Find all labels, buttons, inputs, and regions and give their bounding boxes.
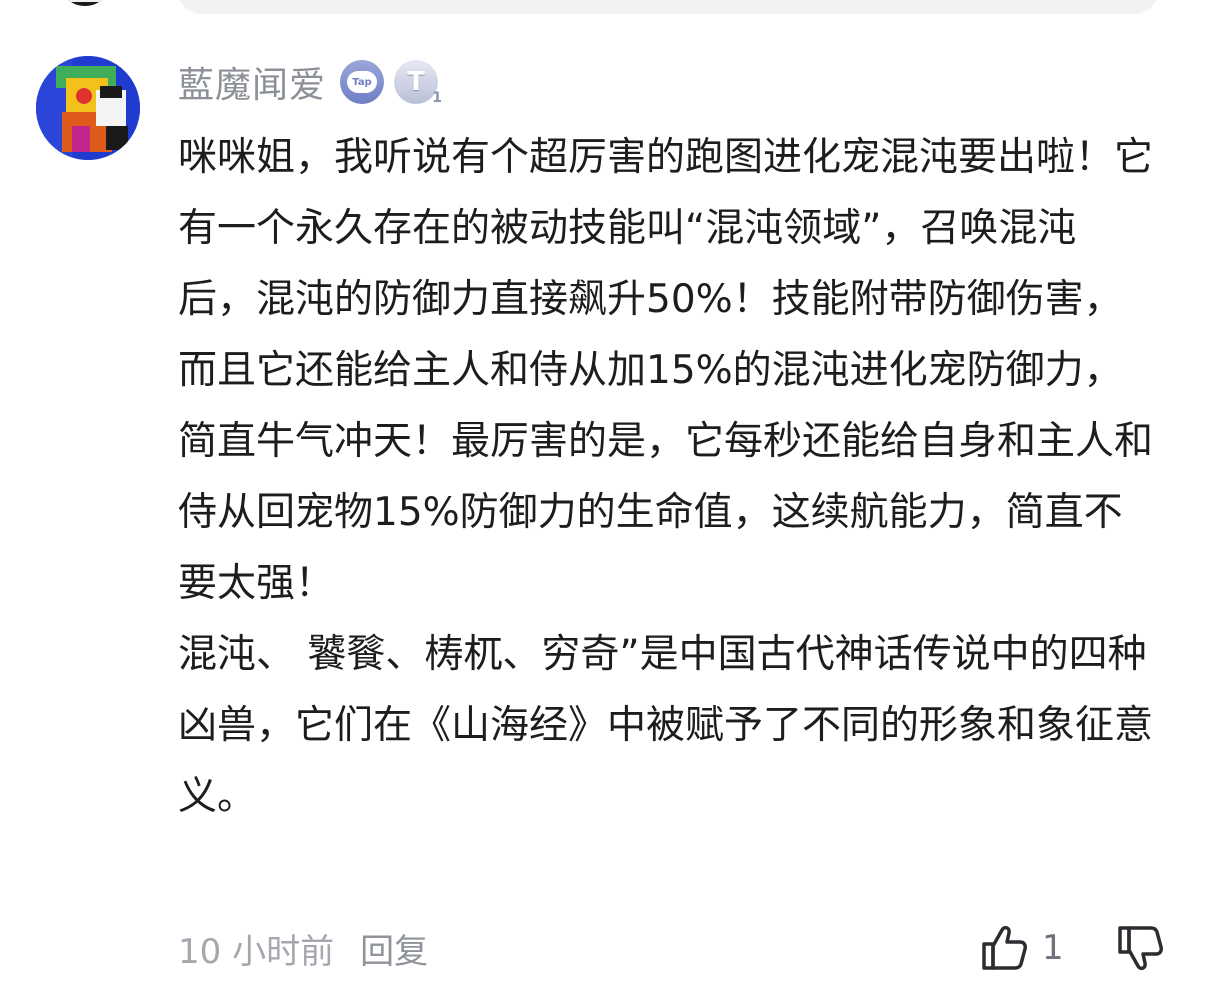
username[interactable]: 藍魔闻爱: [178, 56, 326, 108]
reply-button[interactable]: 回复: [360, 924, 428, 973]
avatar[interactable]: [36, 56, 140, 160]
level-badge-number: 1: [432, 90, 443, 106]
avatar-image: [36, 56, 140, 160]
tap-badge-icon[interactable]: Tap: [340, 60, 385, 104]
like-count: 1: [1042, 928, 1064, 968]
dislike-button[interactable]: [1110, 918, 1170, 978]
comment-timestamp: 10 小时前: [178, 931, 335, 972]
like-button[interactable]: 1: [978, 918, 1064, 978]
comment-paragraph: 咪咪姐，我听说有个超厉害的跑图进化宠混沌要出啦！它有一个永久存在的被动技能叫“混…: [178, 135, 1154, 606]
level-badge-letter: T: [407, 67, 425, 97]
username-row: 藍魔闻爱 Tap T 1: [178, 58, 448, 106]
comment-paragraph: 混沌、 饕餮、梼杌、穷奇”是中国古代神话传说中的四种凶兽，它们在《山海经》中被赋…: [178, 632, 1154, 819]
thumbs-down-icon: [1118, 926, 1163, 971]
comment-meta: 10 小时前 回复: [178, 918, 428, 978]
level-badge-icon[interactable]: T 1: [394, 60, 442, 106]
previous-comment-avatar[interactable]: [58, 0, 112, 6]
previous-comment-reply-box[interactable]: [176, 0, 1160, 14]
thumbs-up-icon: [982, 925, 1027, 970]
comment-body: 咪咪姐，我听说有个超厉害的跑图进化宠混沌要出啦！它有一个永久存在的被动技能叫“混…: [178, 122, 1153, 832]
tap-badge-label: Tap: [347, 71, 378, 93]
